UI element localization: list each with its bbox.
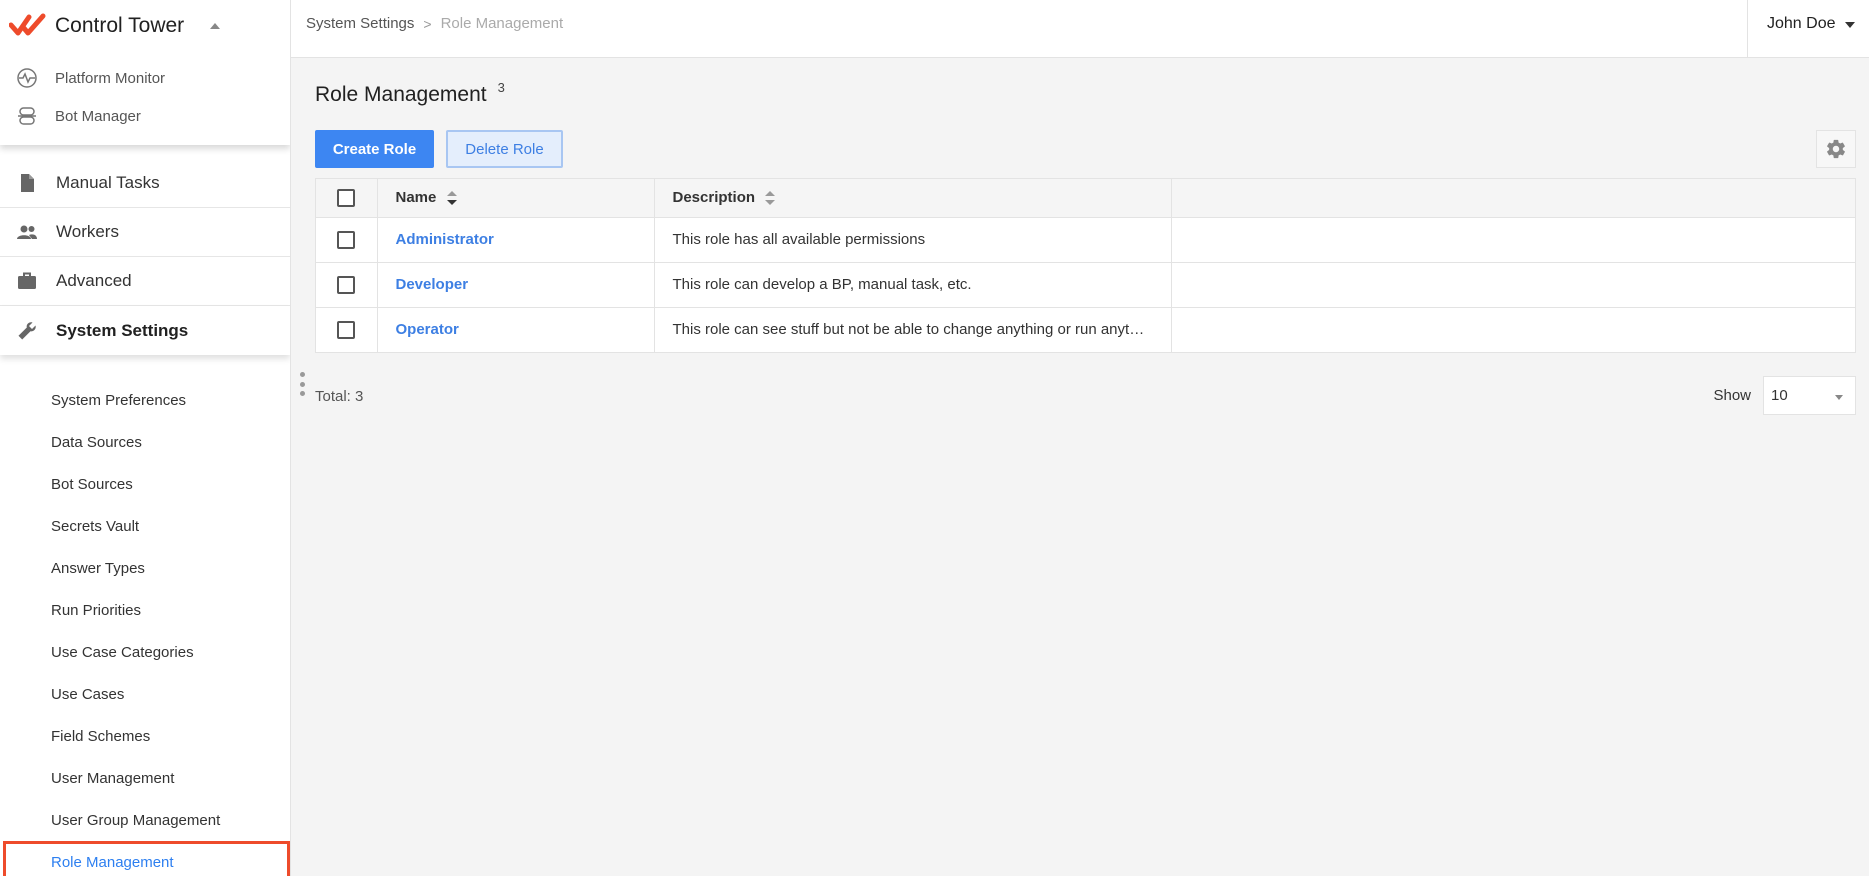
sidebar: Control Tower Platform Monitor Bot Manag… [0, 0, 291, 876]
roles-table: Name Description Administrator This role… [315, 178, 1856, 353]
role-name-link[interactable]: Administrator [396, 231, 494, 248]
subnav-item-user-management[interactable]: User Management [0, 757, 290, 799]
role-description-cell: This role can develop a BP, manual task,… [654, 262, 1172, 308]
table-row: Developer This role can develop a BP, ma… [316, 262, 1855, 308]
table-settings-button[interactable] [1816, 130, 1856, 168]
module-item-bot-manager[interactable]: Bot Manager [0, 97, 290, 135]
row-select-cell [316, 262, 378, 308]
role-description-cell: This role has all available permissions [654, 217, 1172, 263]
system-settings-submenu: System Preferences Data Sources Bot Sour… [0, 355, 290, 876]
wrench-icon [18, 321, 36, 339]
sort-icon[interactable] [765, 191, 776, 206]
bot-icon [18, 107, 36, 125]
breadcrumb-separator: > [423, 15, 432, 32]
column-header-label: Name [395, 189, 437, 207]
subnav-item-system-preferences[interactable]: System Preferences [0, 379, 290, 421]
nav-item-label: Advanced [56, 271, 132, 290]
empty-cell [1171, 217, 1855, 263]
nav-item-manual-tasks[interactable]: Manual Tasks [0, 159, 290, 208]
app-title: Control Tower [55, 13, 185, 37]
module-item-platform-monitor[interactable]: Platform Monitor [0, 59, 290, 97]
gear-icon [1827, 139, 1845, 159]
drag-dot-icon [299, 381, 305, 387]
nav-item-system-settings[interactable]: System Settings [0, 306, 290, 355]
people-icon [17, 225, 37, 239]
role-name-cell: Administrator [377, 217, 655, 263]
delete-role-button[interactable]: Delete Role [446, 130, 563, 168]
sidebar-resize-handle[interactable] [299, 372, 305, 396]
column-header-description[interactable]: Description [654, 179, 1172, 218]
subnav-item-user-group-management[interactable]: User Group Management [0, 799, 290, 841]
drag-dot-icon [299, 372, 305, 377]
create-role-button[interactable]: Create Role [315, 130, 434, 168]
subnav-item-secrets-vault[interactable]: Secrets Vault [0, 505, 290, 547]
row-checkbox[interactable] [337, 320, 356, 339]
page-size-control: Show 10 [1713, 376, 1856, 415]
caret-up-icon [210, 22, 221, 29]
subnav-item-use-case-categories[interactable]: Use Case Categories [0, 631, 290, 673]
role-name-link[interactable]: Developer [396, 276, 469, 293]
user-menu[interactable]: John Doe [1747, 0, 1869, 57]
nav-item-advanced[interactable]: Advanced [0, 257, 290, 306]
row-checkbox[interactable] [337, 275, 356, 294]
empty-cell [1171, 262, 1855, 308]
nav-item-label: System Settings [56, 320, 189, 340]
nav-item-label: Manual Tasks [56, 173, 160, 192]
app-switcher[interactable]: Control Tower [0, 0, 290, 51]
module-item-label: Bot Manager [55, 107, 141, 125]
select-all-checkbox[interactable] [337, 188, 356, 207]
page-header: Role Management 3 [315, 80, 505, 107]
table-row: Administrator This role has all availabl… [316, 217, 1855, 263]
nav-item-workers[interactable]: Workers [0, 208, 290, 257]
column-header-label: Description [672, 189, 756, 207]
page-size-select[interactable]: 10 [1763, 376, 1856, 415]
breadcrumb-system-settings[interactable]: System Settings [306, 15, 414, 32]
sort-icon[interactable] [446, 191, 457, 206]
role-name-cell: Operator [377, 307, 655, 352]
subnav-item-answer-types[interactable]: Answer Types [0, 547, 290, 589]
role-description-cell: This role can see stuff but not be able … [654, 307, 1172, 352]
page-size-label: Show [1713, 387, 1751, 404]
subnav-item-use-cases[interactable]: Use Cases [0, 673, 290, 715]
document-icon [21, 174, 34, 192]
breadcrumb: System Settings > Role Management [291, 0, 563, 32]
subnav-item-data-sources[interactable]: Data Sources [0, 421, 290, 463]
empty-cell [1171, 307, 1855, 352]
row-checkbox[interactable] [337, 230, 356, 249]
caret-down-icon [1844, 22, 1855, 28]
control-tower-logo-icon [9, 13, 46, 35]
subnav-item-run-priorities[interactable]: Run Priorities [0, 589, 290, 631]
page-title: Role Management [315, 83, 487, 106]
user-name: John Doe [1767, 15, 1836, 32]
module-item-label: Platform Monitor [55, 69, 166, 87]
table-header-row: Name Description [316, 179, 1855, 218]
topbar: System Settings > Role Management John D… [291, 0, 1869, 58]
table-row: Operator This role can see stuff but not… [316, 307, 1855, 352]
select-all-cell [316, 179, 378, 218]
breadcrumb-current: Role Management [440, 15, 564, 32]
role-count-badge: 3 [497, 80, 505, 95]
role-name-link[interactable]: Operator [396, 321, 459, 338]
role-name-cell: Developer [377, 262, 655, 308]
row-select-cell [316, 307, 378, 352]
subnav-item-bot-sources[interactable]: Bot Sources [0, 463, 290, 505]
drag-dot-icon [299, 391, 305, 396]
row-select-cell [316, 217, 378, 263]
nav-item-label: Workers [56, 222, 119, 241]
total-count: Total: 3 [315, 388, 364, 405]
subnav-item-role-management[interactable]: Role Management [3, 841, 290, 876]
briefcase-icon [18, 272, 36, 289]
column-header-empty [1171, 179, 1855, 218]
main-content: Role Management 3 Create Role Delete Rol… [291, 58, 1869, 876]
page-size-value: 10 [1771, 387, 1788, 404]
module-menu: Platform Monitor Bot Manager [0, 51, 290, 145]
pulse-icon [17, 68, 37, 88]
column-header-name[interactable]: Name [377, 179, 655, 218]
subnav-item-field-schemes[interactable]: Field Schemes [0, 715, 290, 757]
